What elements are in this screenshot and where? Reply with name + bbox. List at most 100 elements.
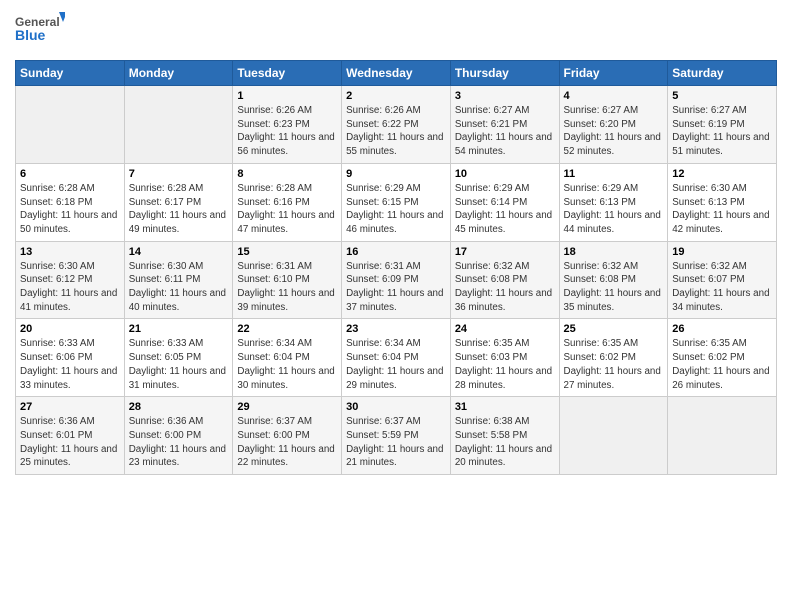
day-detail: Sunrise: 6:32 AMSunset: 6:07 PMDaylight:… xyxy=(672,261,769,313)
week-row-3: 13 Sunrise: 6:30 AMSunset: 6:12 PMDaylig… xyxy=(16,241,777,319)
calendar-cell xyxy=(16,86,125,164)
calendar-cell xyxy=(559,397,668,475)
day-number: 30 xyxy=(346,401,446,413)
week-row-4: 20 Sunrise: 6:33 AMSunset: 6:06 PMDaylig… xyxy=(16,319,777,397)
day-detail: Sunrise: 6:35 AMSunset: 6:03 PMDaylight:… xyxy=(455,338,552,390)
calendar-cell: 11 Sunrise: 6:29 AMSunset: 6:13 PMDaylig… xyxy=(559,163,668,241)
calendar-cell: 13 Sunrise: 6:30 AMSunset: 6:12 PMDaylig… xyxy=(16,241,125,319)
day-detail: Sunrise: 6:31 AMSunset: 6:10 PMDaylight:… xyxy=(237,261,334,313)
day-detail: Sunrise: 6:27 AMSunset: 6:21 PMDaylight:… xyxy=(455,105,552,157)
calendar-cell: 12 Sunrise: 6:30 AMSunset: 6:13 PMDaylig… xyxy=(668,163,777,241)
calendar-cell: 16 Sunrise: 6:31 AMSunset: 6:09 PMDaylig… xyxy=(342,241,451,319)
week-row-1: 1 Sunrise: 6:26 AMSunset: 6:23 PMDayligh… xyxy=(16,86,777,164)
calendar-cell: 19 Sunrise: 6:32 AMSunset: 6:07 PMDaylig… xyxy=(668,241,777,319)
day-number: 17 xyxy=(455,246,555,258)
calendar-cell: 18 Sunrise: 6:32 AMSunset: 6:08 PMDaylig… xyxy=(559,241,668,319)
calendar-cell: 23 Sunrise: 6:34 AMSunset: 6:04 PMDaylig… xyxy=(342,319,451,397)
calendar-cell: 10 Sunrise: 6:29 AMSunset: 6:14 PMDaylig… xyxy=(450,163,559,241)
calendar-cell: 30 Sunrise: 6:37 AMSunset: 5:59 PMDaylig… xyxy=(342,397,451,475)
day-number: 9 xyxy=(346,168,446,180)
calendar-cell: 26 Sunrise: 6:35 AMSunset: 6:02 PMDaylig… xyxy=(668,319,777,397)
day-detail: Sunrise: 6:33 AMSunset: 6:05 PMDaylight:… xyxy=(129,338,226,390)
weekday-header-monday: Monday xyxy=(124,61,233,86)
day-detail: Sunrise: 6:28 AMSunset: 6:16 PMDaylight:… xyxy=(237,183,334,235)
day-number: 29 xyxy=(237,401,337,413)
calendar-cell: 28 Sunrise: 6:36 AMSunset: 6:00 PMDaylig… xyxy=(124,397,233,475)
svg-text:Blue: Blue xyxy=(15,27,46,43)
day-detail: Sunrise: 6:28 AMSunset: 6:17 PMDaylight:… xyxy=(129,183,226,235)
weekday-header-sunday: Sunday xyxy=(16,61,125,86)
day-number: 5 xyxy=(672,90,772,102)
logo-svg: General Blue xyxy=(15,10,65,52)
day-number: 21 xyxy=(129,323,229,335)
logo: General Blue xyxy=(15,10,65,52)
day-detail: Sunrise: 6:34 AMSunset: 6:04 PMDaylight:… xyxy=(237,338,334,390)
calendar-cell: 5 Sunrise: 6:27 AMSunset: 6:19 PMDayligh… xyxy=(668,86,777,164)
day-detail: Sunrise: 6:36 AMSunset: 6:00 PMDaylight:… xyxy=(129,416,226,468)
day-detail: Sunrise: 6:37 AMSunset: 6:00 PMDaylight:… xyxy=(237,416,334,468)
day-number: 25 xyxy=(564,323,664,335)
weekday-header-friday: Friday xyxy=(559,61,668,86)
week-row-5: 27 Sunrise: 6:36 AMSunset: 6:01 PMDaylig… xyxy=(16,397,777,475)
day-number: 7 xyxy=(129,168,229,180)
day-number: 18 xyxy=(564,246,664,258)
day-number: 28 xyxy=(129,401,229,413)
day-number: 6 xyxy=(20,168,120,180)
calendar-cell: 2 Sunrise: 6:26 AMSunset: 6:22 PMDayligh… xyxy=(342,86,451,164)
day-number: 19 xyxy=(672,246,772,258)
day-detail: Sunrise: 6:35 AMSunset: 6:02 PMDaylight:… xyxy=(672,338,769,390)
calendar-cell: 21 Sunrise: 6:33 AMSunset: 6:05 PMDaylig… xyxy=(124,319,233,397)
calendar-cell: 9 Sunrise: 6:29 AMSunset: 6:15 PMDayligh… xyxy=(342,163,451,241)
day-number: 22 xyxy=(237,323,337,335)
day-number: 23 xyxy=(346,323,446,335)
day-detail: Sunrise: 6:29 AMSunset: 6:14 PMDaylight:… xyxy=(455,183,552,235)
day-number: 13 xyxy=(20,246,120,258)
day-number: 2 xyxy=(346,90,446,102)
calendar-cell: 29 Sunrise: 6:37 AMSunset: 6:00 PMDaylig… xyxy=(233,397,342,475)
day-number: 8 xyxy=(237,168,337,180)
weekday-header-row: SundayMondayTuesdayWednesdayThursdayFrid… xyxy=(16,61,777,86)
calendar-cell: 31 Sunrise: 6:38 AMSunset: 5:58 PMDaylig… xyxy=(450,397,559,475)
calendar-cell: 6 Sunrise: 6:28 AMSunset: 6:18 PMDayligh… xyxy=(16,163,125,241)
day-number: 26 xyxy=(672,323,772,335)
calendar-cell: 22 Sunrise: 6:34 AMSunset: 6:04 PMDaylig… xyxy=(233,319,342,397)
day-detail: Sunrise: 6:33 AMSunset: 6:06 PMDaylight:… xyxy=(20,338,117,390)
day-number: 27 xyxy=(20,401,120,413)
calendar-cell xyxy=(668,397,777,475)
day-number: 1 xyxy=(237,90,337,102)
day-number: 16 xyxy=(346,246,446,258)
calendar-cell: 15 Sunrise: 6:31 AMSunset: 6:10 PMDaylig… xyxy=(233,241,342,319)
day-detail: Sunrise: 6:27 AMSunset: 6:20 PMDaylight:… xyxy=(564,105,661,157)
day-number: 15 xyxy=(237,246,337,258)
day-detail: Sunrise: 6:35 AMSunset: 6:02 PMDaylight:… xyxy=(564,338,661,390)
day-detail: Sunrise: 6:26 AMSunset: 6:23 PMDaylight:… xyxy=(237,105,334,157)
weekday-header-thursday: Thursday xyxy=(450,61,559,86)
calendar-cell: 27 Sunrise: 6:36 AMSunset: 6:01 PMDaylig… xyxy=(16,397,125,475)
day-detail: Sunrise: 6:29 AMSunset: 6:15 PMDaylight:… xyxy=(346,183,443,235)
calendar-cell: 1 Sunrise: 6:26 AMSunset: 6:23 PMDayligh… xyxy=(233,86,342,164)
day-number: 12 xyxy=(672,168,772,180)
weekday-header-saturday: Saturday xyxy=(668,61,777,86)
day-detail: Sunrise: 6:30 AMSunset: 6:13 PMDaylight:… xyxy=(672,183,769,235)
day-number: 31 xyxy=(455,401,555,413)
day-number: 20 xyxy=(20,323,120,335)
calendar-cell: 7 Sunrise: 6:28 AMSunset: 6:17 PMDayligh… xyxy=(124,163,233,241)
calendar-cell: 4 Sunrise: 6:27 AMSunset: 6:20 PMDayligh… xyxy=(559,86,668,164)
day-detail: Sunrise: 6:31 AMSunset: 6:09 PMDaylight:… xyxy=(346,261,443,313)
calendar-cell: 25 Sunrise: 6:35 AMSunset: 6:02 PMDaylig… xyxy=(559,319,668,397)
weekday-header-wednesday: Wednesday xyxy=(342,61,451,86)
header: General Blue xyxy=(15,10,777,52)
day-detail: Sunrise: 6:32 AMSunset: 6:08 PMDaylight:… xyxy=(455,261,552,313)
day-number: 4 xyxy=(564,90,664,102)
weekday-header-tuesday: Tuesday xyxy=(233,61,342,86)
day-detail: Sunrise: 6:30 AMSunset: 6:12 PMDaylight:… xyxy=(20,261,117,313)
calendar-cell: 8 Sunrise: 6:28 AMSunset: 6:16 PMDayligh… xyxy=(233,163,342,241)
calendar-cell: 24 Sunrise: 6:35 AMSunset: 6:03 PMDaylig… xyxy=(450,319,559,397)
day-number: 11 xyxy=(564,168,664,180)
day-number: 14 xyxy=(129,246,229,258)
day-detail: Sunrise: 6:34 AMSunset: 6:04 PMDaylight:… xyxy=(346,338,443,390)
calendar-cell: 14 Sunrise: 6:30 AMSunset: 6:11 PMDaylig… xyxy=(124,241,233,319)
day-detail: Sunrise: 6:27 AMSunset: 6:19 PMDaylight:… xyxy=(672,105,769,157)
day-number: 10 xyxy=(455,168,555,180)
day-detail: Sunrise: 6:37 AMSunset: 5:59 PMDaylight:… xyxy=(346,416,443,468)
